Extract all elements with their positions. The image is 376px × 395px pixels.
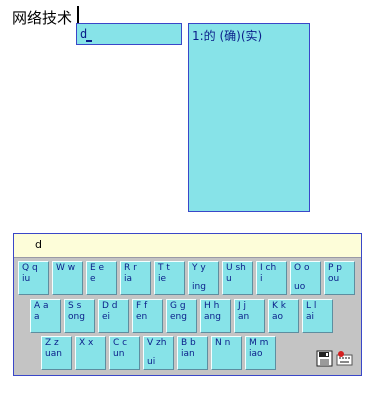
key-final: e — [90, 274, 96, 284]
composition-text: d — [80, 27, 88, 41]
key[interactable]: V zh ui — [143, 336, 174, 370]
key[interactable]: K k ao — [268, 299, 299, 333]
key-final: ei — [102, 312, 111, 322]
key[interactable]: Q q iu — [18, 261, 49, 295]
key[interactable]: P p ou — [324, 261, 355, 295]
keyboard-input-text: d — [35, 238, 42, 251]
key-letter: I ch — [260, 263, 277, 273]
key[interactable]: F f en — [132, 299, 163, 333]
key-final: uo — [294, 282, 306, 292]
key-letter: L l — [306, 301, 317, 311]
key[interactable]: A aa — [30, 299, 61, 333]
key-final: ou — [328, 274, 340, 284]
key[interactable]: U sh u — [222, 261, 253, 295]
key-letter: J j — [238, 301, 247, 311]
key[interactable]: W w — [52, 261, 83, 295]
key-letter: D d — [102, 301, 118, 311]
key-letter: Q q — [22, 263, 38, 273]
key-final: eng — [170, 312, 187, 322]
candidate-item[interactable]: 1:的 (确)(实) — [192, 27, 262, 44]
key-final: ia — [124, 274, 133, 284]
key-final: an — [238, 312, 250, 322]
key-letter: Z z — [45, 338, 59, 348]
keyboard-input-bar: d — [14, 234, 361, 258]
key-final: ai — [306, 312, 315, 322]
key-final: u — [226, 274, 232, 284]
key-final: un — [113, 349, 125, 359]
key-letter: A a — [34, 301, 49, 311]
key-letter: Y y — [192, 263, 206, 273]
key[interactable]: X x — [75, 336, 106, 370]
key-letter: O o — [294, 263, 310, 273]
key[interactable]: D d ei — [98, 299, 129, 333]
key[interactable]: M m iao — [245, 336, 276, 370]
candidate-window: 1:的 (确)(实) — [188, 23, 310, 212]
key-letter: X x — [79, 338, 94, 348]
key-final: iu — [22, 274, 31, 284]
key-final: iao — [249, 349, 263, 359]
floppy-disk-icon[interactable] — [316, 350, 333, 367]
key-letter: V zh — [147, 338, 167, 348]
key[interactable]: B b ian — [177, 336, 208, 370]
key[interactable]: O o uo — [290, 261, 321, 295]
key-final: i — [260, 274, 263, 284]
key-letter: M m — [249, 338, 269, 348]
key-letter: E e — [90, 263, 105, 273]
key[interactable]: Z z uan — [41, 336, 72, 370]
key[interactable]: C c un — [109, 336, 140, 370]
key-final: ie — [158, 274, 167, 284]
key-letter: C c — [113, 338, 128, 348]
key-final: a — [34, 312, 40, 322]
key-letter: U sh — [226, 263, 246, 273]
key[interactable]: E ee — [86, 261, 117, 295]
key[interactable]: H h ang — [200, 299, 231, 333]
key[interactable]: R r ia — [120, 261, 151, 295]
key[interactable]: G g eng — [166, 299, 197, 333]
key[interactable]: N n — [211, 336, 242, 370]
key-final: ang — [204, 312, 221, 322]
composition-window: d — [76, 23, 182, 45]
key[interactable]: T t ie — [154, 261, 185, 295]
key-letter: F f — [136, 301, 148, 311]
key[interactable]: Y y ing — [188, 261, 219, 295]
key-letter: W w — [56, 263, 76, 273]
key[interactable]: I ch i — [256, 261, 287, 295]
soft-keyboard: d Q q iu W wE eeR r ia T t ie Y y ing U sh u I ch i… — [13, 233, 362, 376]
key-letter: N n — [215, 338, 231, 348]
key-letter: H h — [204, 301, 220, 311]
key[interactable]: J j an — [234, 299, 265, 333]
key-final: ong — [68, 312, 85, 322]
composition-caret — [86, 40, 92, 42]
document-text[interactable]: 网络技术 — [12, 8, 72, 28]
key-letter: B b — [181, 338, 196, 348]
keyboard-settings-icon[interactable] — [336, 350, 353, 367]
key[interactable]: S s ong — [64, 299, 95, 333]
key[interactable]: L l ai — [302, 299, 333, 333]
key-letter: R r — [124, 263, 137, 273]
key-letter: K k — [272, 301, 286, 311]
key-final: ian — [181, 349, 195, 359]
key-final: ing — [192, 282, 206, 292]
key-final: uan — [45, 349, 62, 359]
key-letter: T t — [158, 263, 170, 273]
key-letter: S s — [68, 301, 82, 311]
key-final: ui — [147, 357, 156, 367]
key-final: ao — [272, 312, 284, 322]
key-letter: G g — [170, 301, 186, 311]
key-final: en — [136, 312, 148, 322]
key-letter: P p — [328, 263, 343, 273]
